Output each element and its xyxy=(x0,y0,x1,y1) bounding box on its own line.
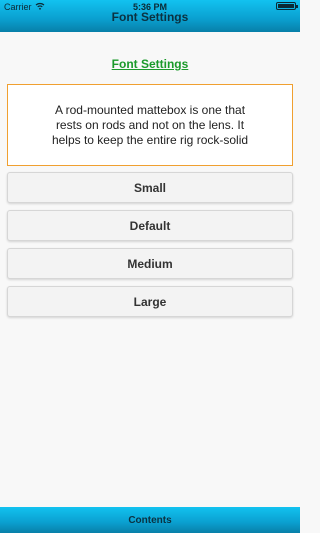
contents-bar-button[interactable]: Contents xyxy=(0,507,300,533)
medium-font-button[interactable]: Medium xyxy=(7,248,293,279)
battery-icon xyxy=(276,2,298,10)
page-heading: Font Settings xyxy=(0,55,300,73)
default-font-button[interactable]: Default xyxy=(7,210,293,241)
small-font-button[interactable]: Small xyxy=(7,172,293,203)
status-right xyxy=(276,2,298,10)
nav-title: Font Settings xyxy=(111,10,189,24)
page-heading-text: Font Settings xyxy=(111,57,189,71)
font-sample-box: A rod-mounted mattebox is one that rests… xyxy=(7,84,293,166)
font-sample-text: A rod-mounted mattebox is one that rests… xyxy=(51,102,249,147)
contents-label: Contents xyxy=(128,514,172,526)
battery-fill xyxy=(278,4,294,8)
large-font-button[interactable]: Large xyxy=(7,286,293,317)
